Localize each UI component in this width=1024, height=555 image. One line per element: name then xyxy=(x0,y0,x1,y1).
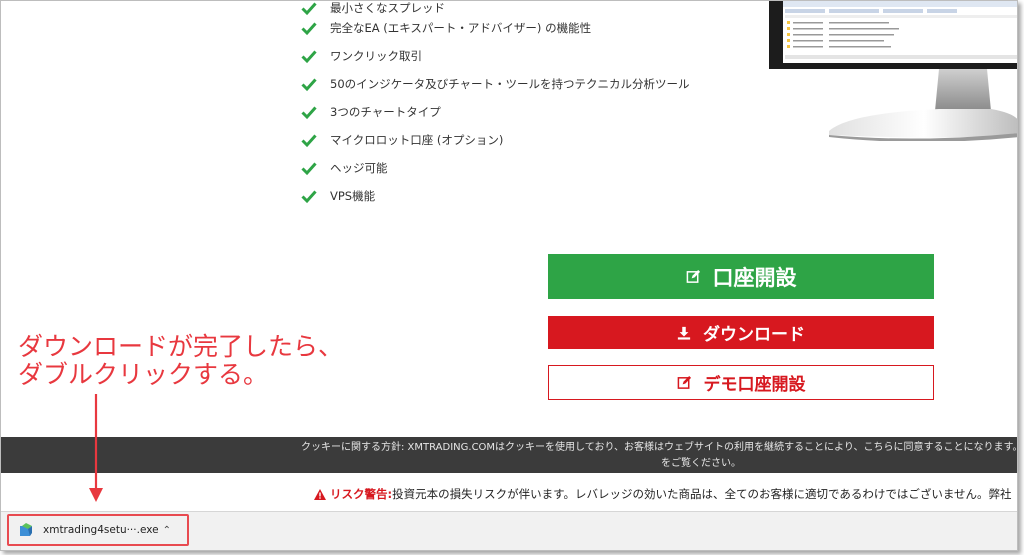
open-account-button[interactable]: 口座開設 xyxy=(548,254,934,299)
download-shelf: xmtrading4setu···.exe ⌃ xyxy=(1,511,1017,550)
chevron-up-icon[interactable]: ⌃ xyxy=(163,525,171,536)
feature-text: ワンクリック取引 xyxy=(330,49,422,63)
check-icon xyxy=(301,190,317,204)
feature-item: 完全なEA (エキスパート・アドバイザー) の機能性 xyxy=(301,18,591,38)
check-icon xyxy=(301,78,317,92)
feature-text: マイクロロット口座 (オプション) xyxy=(330,133,504,147)
browser-viewport: 最小さくなスプレッド 完全なEA (エキスパート・アドバイザー) の機能性 ワン… xyxy=(0,0,1018,551)
feature-item: VPS機能 xyxy=(301,186,375,206)
edit-icon xyxy=(686,269,700,283)
monitor-illustration xyxy=(769,1,1017,141)
cookie-notice: クッキーに関する方針: XMTRADING.COMはクッキーを使用しており、お客… xyxy=(1,437,1017,473)
download-label: ダウンロード xyxy=(703,325,805,345)
check-icon xyxy=(301,162,317,176)
feature-item: ワンクリック取引 xyxy=(301,46,422,66)
downloaded-file-name: xmtrading4setu···.exe xyxy=(43,524,159,536)
check-icon xyxy=(301,22,317,36)
annotation-line2: ダブルクリックする。 xyxy=(18,360,269,389)
risk-warning-label: リスク警告: xyxy=(330,487,393,501)
check-icon xyxy=(301,106,317,120)
arrow-down-icon xyxy=(89,394,103,502)
check-icon xyxy=(301,50,317,64)
feature-item: 50のインジケータ及びチャート・ツールを持つテクニカル分析ツール xyxy=(301,74,690,94)
feature-text: VPS機能 xyxy=(330,189,376,203)
check-icon xyxy=(301,2,317,16)
feature-item: ヘッジ可能 xyxy=(301,158,388,178)
feature-text: 完全なEA (エキスパート・アドバイザー) の機能性 xyxy=(330,21,592,35)
cookie-text-line1: クッキーに関する方針: XMTRADING.COMはクッキーを使用しており、お客… xyxy=(301,442,1018,453)
instruction-annotation: ダウンロードが完了したら、 ダブルクリックする。 xyxy=(18,333,343,389)
feature-text: 50のインジケータ及びチャート・ツールを持つテクニカル分析ツール xyxy=(330,77,690,91)
edit-icon xyxy=(677,375,691,389)
check-icon xyxy=(301,134,317,148)
download-button[interactable]: ダウンロード xyxy=(548,316,934,349)
risk-warning-bar: リスク警告: 投資元本の損失リスクが伴います。レバレッジの効いた商品は、全てのお… xyxy=(1,473,1017,511)
feature-item: 最小さくなスプレッド xyxy=(301,1,445,18)
feature-text: ヘッジ可能 xyxy=(330,161,388,175)
warning-icon xyxy=(314,488,326,500)
downloaded-file-item[interactable]: xmtrading4setu···.exe ⌃ xyxy=(7,514,189,546)
feature-item: 3つのチャートタイプ xyxy=(301,102,441,122)
open-account-label: 口座開設 xyxy=(712,265,797,290)
cookie-text-line2: をご覧ください。 xyxy=(661,458,741,469)
feature-text: 最小さくなスプレッド xyxy=(330,1,445,15)
demo-account-label: デモ口座開設 xyxy=(703,375,806,395)
download-icon xyxy=(677,326,691,340)
risk-warning-text: 投資元本の損失リスクが伴います。レバレッジの効いた商品は、全てのお客様に適切であ… xyxy=(392,487,1012,501)
installer-file-icon xyxy=(20,523,32,536)
annotation-line1: ダウンロードが完了したら、 xyxy=(18,332,344,361)
feature-item: マイクロロット口座 (オプション) xyxy=(301,130,503,150)
demo-account-button[interactable]: デモ口座開設 xyxy=(548,365,934,400)
feature-text: 3つのチャートタイプ xyxy=(330,105,441,119)
